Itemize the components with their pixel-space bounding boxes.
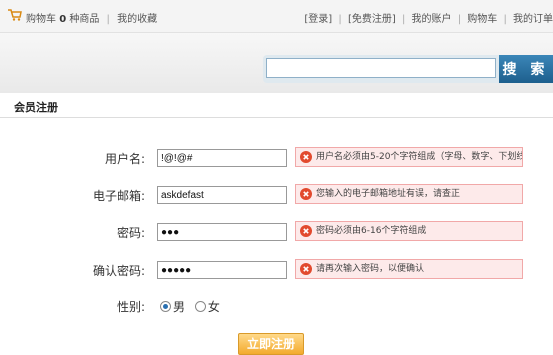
- username-error: 用户名必须由5-20个字符组成（字母、数字、下划线）: [295, 147, 523, 167]
- favorites-link[interactable]: 我的收藏: [117, 14, 157, 25]
- header: 搜 索: [0, 33, 553, 93]
- page-title: 会员注册: [14, 101, 58, 114]
- divider: |: [106, 14, 110, 25]
- section-header: 会员注册: [0, 93, 553, 118]
- login-link[interactable]: [登录]: [304, 14, 332, 25]
- error-icon: [300, 263, 312, 275]
- divider: |: [503, 14, 507, 25]
- gender-male-option[interactable]: 男: [160, 300, 189, 314]
- username-error-text: 用户名必须由5-20个字符组成（字母、数字、下划线）: [316, 152, 523, 162]
- search-button[interactable]: 搜 索: [499, 55, 553, 83]
- divider: |: [457, 14, 462, 25]
- cart-link[interactable]: 购物车: [26, 14, 56, 25]
- confirm-password-error-text: 请再次输入密码，以便确认: [316, 264, 425, 274]
- cart-icon: [8, 9, 22, 21]
- confirm-password-label: 确认密码:: [92, 264, 145, 278]
- cart-top-link[interactable]: 购物车: [467, 14, 497, 25]
- my-orders-link[interactable]: 我的订单: [513, 14, 553, 25]
- username-label: 用户名:: [104, 152, 145, 166]
- search-input[interactable]: [266, 58, 496, 78]
- error-icon: [300, 225, 312, 237]
- email-field[interactable]: [157, 186, 287, 204]
- username-field[interactable]: [157, 149, 287, 167]
- divider: |: [401, 14, 406, 25]
- gender-label: 性别:: [116, 300, 145, 314]
- gender-male-radio[interactable]: [160, 301, 171, 312]
- account-links: [登录] | [免费注册] | 我的账户 | 购物车 | 我的订单: [304, 10, 553, 25]
- confirm-password-error: 请再次输入密码，以便确认: [295, 259, 523, 279]
- cart-unit: 种商品: [69, 14, 100, 25]
- divider: |: [338, 14, 342, 25]
- error-icon: [300, 188, 312, 200]
- my-account-link[interactable]: 我的账户: [412, 14, 452, 25]
- gender-female-option[interactable]: 女: [194, 300, 220, 314]
- email-error: 您输入的电子邮箱地址有误，请查正: [295, 184, 523, 204]
- gender-male-label: 男: [173, 300, 186, 314]
- gender-options: 男 女: [160, 298, 220, 315]
- email-error-text: 您输入的电子邮箱地址有误，请查正: [316, 189, 461, 199]
- password-error: 密码必须由6-16个字符组成: [295, 221, 523, 241]
- top-bar: 购物车 0 种商品 | 我的收藏 [登录] | [免费注册] | 我的账户 | …: [0, 0, 553, 33]
- password-error-text: 密码必须由6-16个字符组成: [316, 226, 427, 236]
- cart-count: 0: [59, 14, 67, 25]
- password-field[interactable]: [157, 223, 287, 241]
- cart-summary: 购物车 0 种商品 | 我的收藏: [26, 10, 157, 25]
- password-label: 密码:: [116, 226, 145, 240]
- error-icon: [300, 151, 312, 163]
- gender-female-radio[interactable]: [194, 301, 206, 312]
- gender-female-label: 女: [207, 300, 220, 314]
- confirm-password-field[interactable]: [157, 261, 287, 279]
- email-label: 电子邮箱:: [92, 189, 145, 203]
- register-link[interactable]: [免费注册]: [348, 14, 396, 25]
